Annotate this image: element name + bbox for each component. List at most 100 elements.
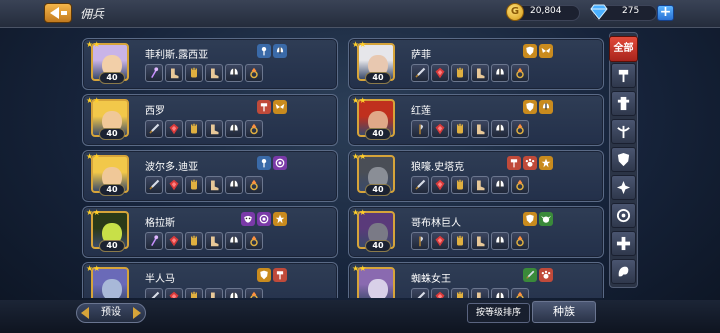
equipment-slot-gauntlet-icon[interactable] xyxy=(185,288,203,298)
equipment-slot-helmet-icon[interactable] xyxy=(491,120,509,138)
equipment-slot-gauntlet-icon[interactable] xyxy=(451,288,469,298)
filter-crossbow-button[interactable] xyxy=(611,119,636,144)
star-rating: ★★ xyxy=(86,96,101,105)
totem-icon xyxy=(617,96,630,111)
add-gems-button[interactable]: + xyxy=(657,5,674,21)
equipment-slot-helmet-icon[interactable] xyxy=(225,288,243,298)
equipment-slot-helmet-icon[interactable] xyxy=(225,64,243,82)
equipment-slot-boots-icon[interactable] xyxy=(471,120,489,138)
equipment-slot-ring-icon[interactable] xyxy=(511,288,529,298)
hero-card[interactable]: ★★ 40 菲利斯.露西亚 xyxy=(82,38,338,90)
hero-card[interactable]: ★★ 40 格拉斯 xyxy=(82,206,338,258)
hero-card[interactable]: ★★ 40 狼嚎.史塔克 xyxy=(348,150,604,202)
equipment-slot-gem-icon[interactable] xyxy=(431,120,449,138)
equipment-slot-sword-icon[interactable] xyxy=(145,288,163,298)
equipment-slot-axe-icon[interactable] xyxy=(411,120,429,138)
hero-card[interactable]: ★★ 半人马 xyxy=(82,262,338,298)
filter-all-button[interactable]: 全部 xyxy=(609,36,638,62)
equipment-slot-gauntlet-icon[interactable] xyxy=(451,176,469,194)
equipment-slot-sword-icon[interactable] xyxy=(145,176,163,194)
equipment-slot-boots-icon[interactable] xyxy=(205,288,223,298)
hero-card[interactable]: ★★ 40 波尔多.迪亚 xyxy=(82,150,338,202)
equipment-slot-axe-icon[interactable] xyxy=(411,232,429,250)
equipment-slot-helmet-icon[interactable] xyxy=(491,176,509,194)
equipment-slot-ring-icon[interactable] xyxy=(511,64,529,82)
equipment-slot-sword-icon[interactable] xyxy=(145,120,163,138)
equipment-slot-helmet-icon[interactable] xyxy=(225,176,243,194)
star-rating: ★★ xyxy=(352,152,367,161)
hero-card[interactable]: ★★ 蜘蛛女王 xyxy=(348,262,604,298)
equipment-slot-boots-icon[interactable] xyxy=(471,232,489,250)
equipment-slot-helmet-icon[interactable] xyxy=(491,64,509,82)
equipment-slot-gauntlet-icon[interactable] xyxy=(185,176,203,194)
shield-icon xyxy=(257,268,271,282)
equipment-slot-boots-icon[interactable] xyxy=(165,64,183,82)
equipment-slot-ring-icon[interactable] xyxy=(511,232,529,250)
equipment-slot-gem-icon[interactable] xyxy=(431,64,449,82)
equipment-slot-gauntlet-icon[interactable] xyxy=(185,120,203,138)
equipment-slot-ring-icon[interactable] xyxy=(245,288,263,298)
equipment-slot-helmet-icon[interactable] xyxy=(491,232,509,250)
back-button[interactable] xyxy=(44,3,72,23)
equipment-slot-gem-icon[interactable] xyxy=(165,288,183,298)
hero-name: 西罗 xyxy=(145,106,165,117)
equipment-slot-gem-icon[interactable] xyxy=(431,176,449,194)
equipment-slot-staff-icon[interactable] xyxy=(145,232,163,250)
equipment-slot-gauntlet-icon[interactable] xyxy=(185,64,203,82)
filter-totem-button[interactable] xyxy=(611,91,636,116)
equipment-slot-gauntlet-icon[interactable] xyxy=(451,120,469,138)
filter-cross-button[interactable] xyxy=(611,231,636,256)
equipment-slot-gauntlet-icon[interactable] xyxy=(451,64,469,82)
equipment-slot-gem-icon[interactable] xyxy=(165,232,183,250)
filter-shuriken-button[interactable] xyxy=(611,175,636,200)
race-filter-button[interactable]: 种族 xyxy=(532,301,596,323)
equipment-slot-sword-icon[interactable] xyxy=(411,288,429,298)
equipment-slot-staff-icon[interactable] xyxy=(145,64,163,82)
equipment-slot-sword-icon[interactable] xyxy=(411,176,429,194)
equipment-slot-gem-icon[interactable] xyxy=(431,232,449,250)
equipment-slot-gem-icon[interactable] xyxy=(165,120,183,138)
sort-by-level-dropdown[interactable]: 按等级排序 xyxy=(467,303,530,323)
equipment-slot-boots-icon[interactable] xyxy=(205,176,223,194)
filter-dragon-button[interactable] xyxy=(611,259,636,284)
hero-card[interactable]: ★★ 40 萨菲 xyxy=(348,38,604,90)
wings-icon xyxy=(539,44,553,58)
equipment-slot-ring-icon[interactable] xyxy=(511,120,529,138)
hero-list: ★★ 40 菲利斯.露西亚 ★★ 40 萨菲 ★★ 40 西罗 ★★ 40 红莲 ★★ 40 波尔多.迪亚 ★… xyxy=(78,34,606,298)
hero-level: 40 xyxy=(99,184,125,196)
gold-amount: 20,804 xyxy=(530,6,562,16)
equipment-slot-ring-icon[interactable] xyxy=(245,64,263,82)
hero-card[interactable]: ★★ 40 西罗 xyxy=(82,94,338,146)
equipment-slot-boots-icon[interactable] xyxy=(205,232,223,250)
equipment-slot-ring-icon[interactable] xyxy=(245,120,263,138)
filter-hammer-button[interactable] xyxy=(611,63,636,88)
equipment-slot-ring-icon[interactable] xyxy=(245,232,263,250)
equipment-slot-ring-icon[interactable] xyxy=(245,176,263,194)
equipment-slot-gauntlet-icon[interactable] xyxy=(185,232,203,250)
filter-target-button[interactable] xyxy=(611,203,636,228)
shuriken-icon xyxy=(616,180,631,195)
orb-icon xyxy=(273,156,287,170)
star-rating: ★★ xyxy=(352,264,367,273)
equipment-slot-boots-icon[interactable] xyxy=(205,64,223,82)
equipment-slot-gem-icon[interactable] xyxy=(431,288,449,298)
shield-icon xyxy=(523,100,537,114)
hero-name: 蜘蛛女王 xyxy=(411,274,451,285)
hero-card[interactable]: ★★ 40 哥布林巨人 xyxy=(348,206,604,258)
equipment-slot-gem-icon[interactable] xyxy=(165,176,183,194)
equipment-slot-sword-icon[interactable] xyxy=(411,64,429,82)
equipment-slot-helmet-icon[interactable] xyxy=(225,120,243,138)
hero-card[interactable]: ★★ 40 红莲 xyxy=(348,94,604,146)
equipment-slot-helmet-icon[interactable] xyxy=(491,288,509,298)
equipment-slot-boots-icon[interactable] xyxy=(471,288,489,298)
equipment-slot-boots-icon[interactable] xyxy=(471,64,489,82)
equipment-slot-gauntlet-icon[interactable] xyxy=(451,232,469,250)
equipment-slot-helmet-icon[interactable] xyxy=(225,232,243,250)
filter-shield-button[interactable] xyxy=(611,147,636,172)
star-rating: ★★ xyxy=(352,96,367,105)
equipment-slot-boots-icon[interactable] xyxy=(205,120,223,138)
star-rating: ★★ xyxy=(352,40,367,49)
preset-button[interactable]: 预设 xyxy=(76,303,146,323)
equipment-slot-boots-icon[interactable] xyxy=(471,176,489,194)
equipment-slot-ring-icon[interactable] xyxy=(511,176,529,194)
